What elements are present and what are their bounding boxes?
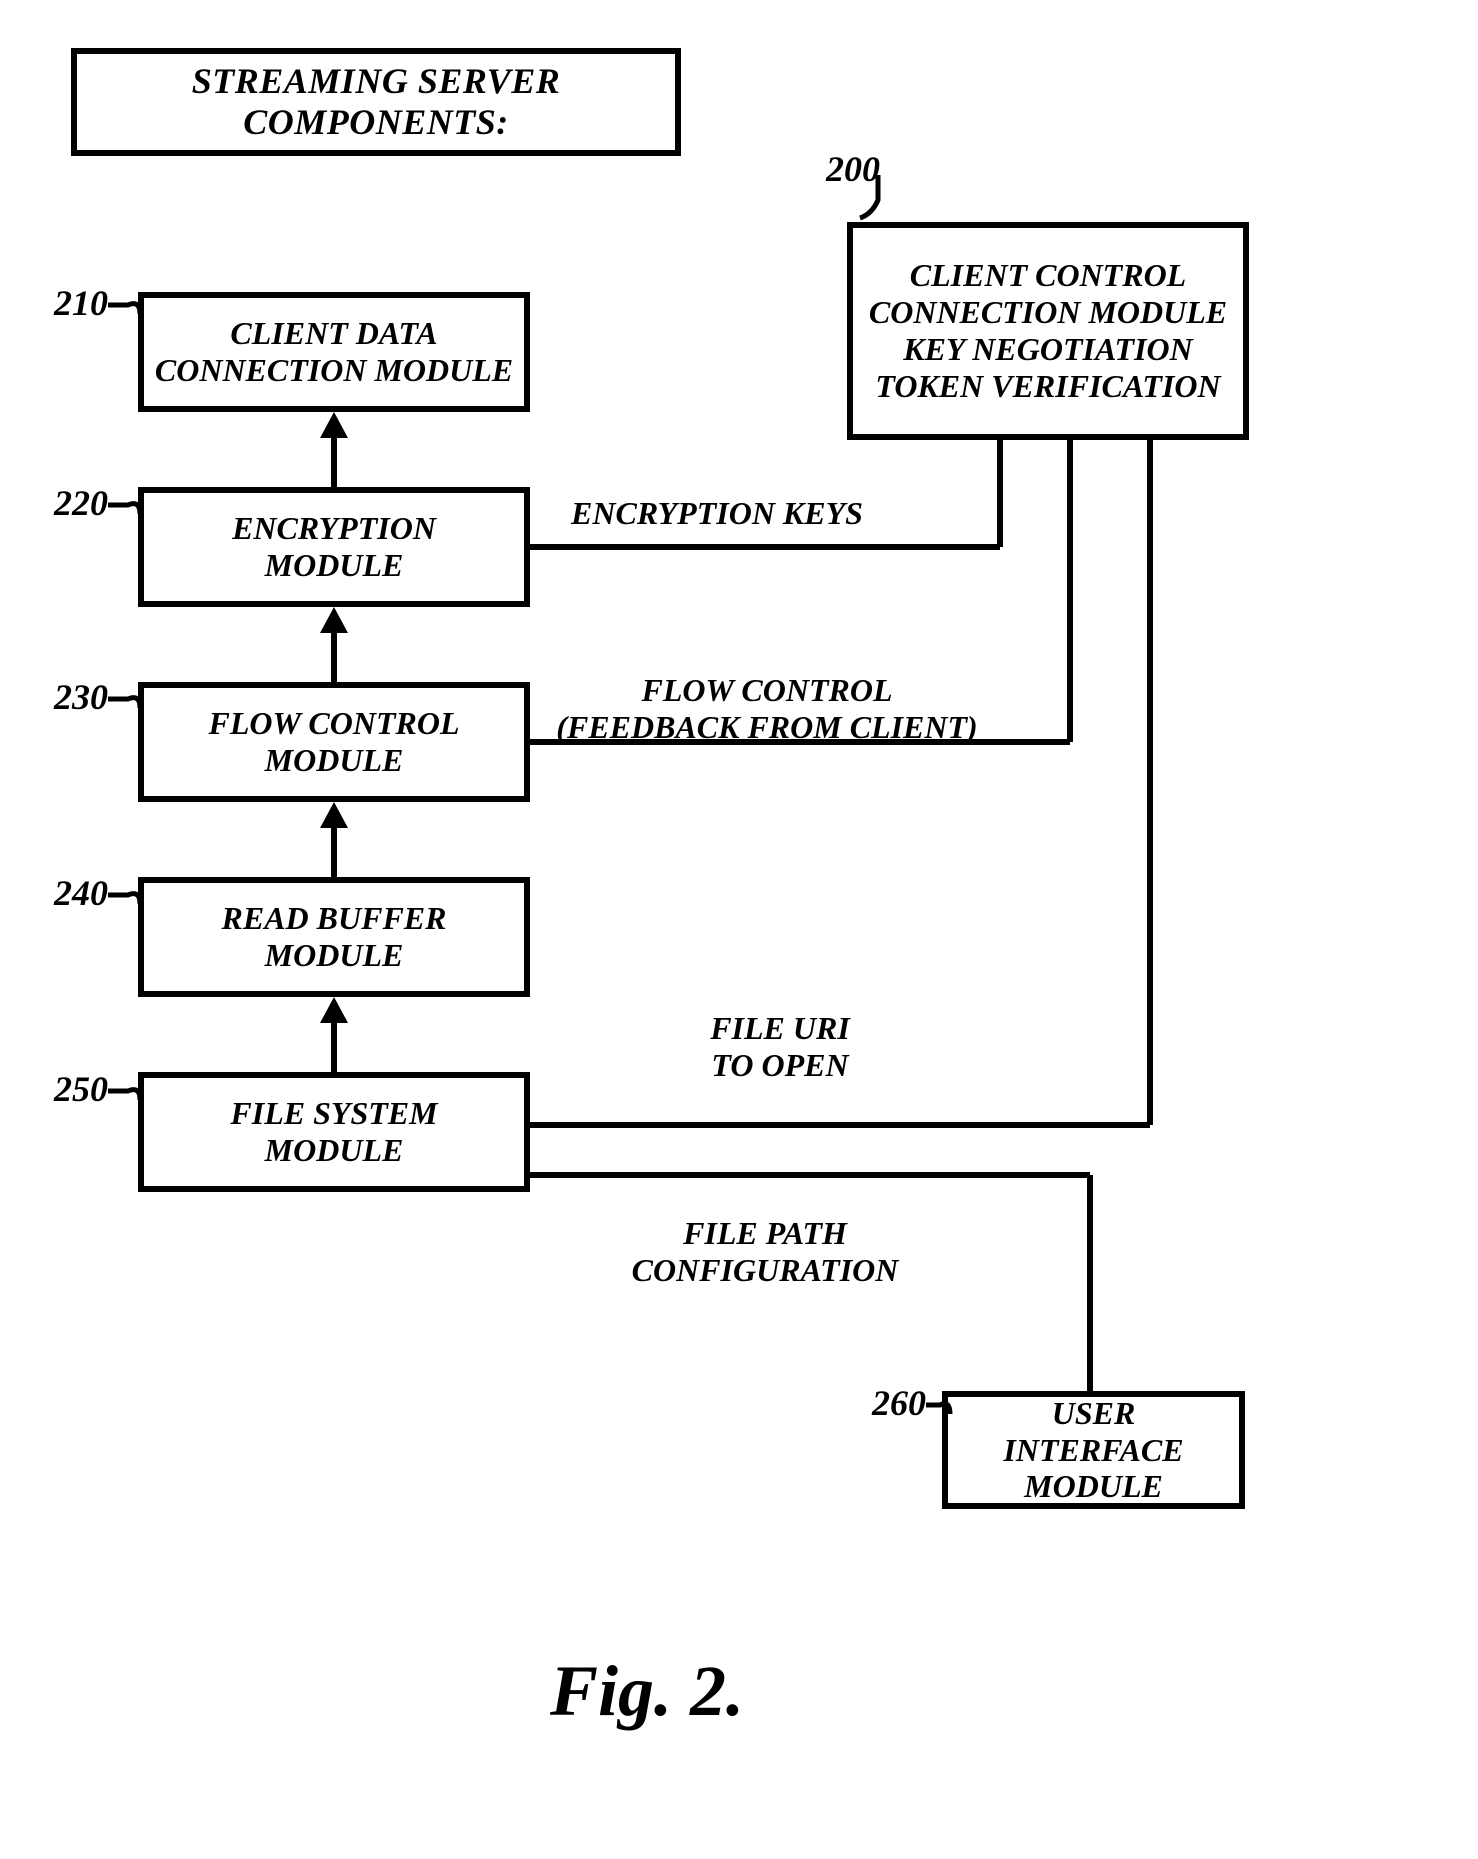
ref-encryption: 220	[28, 482, 108, 524]
ref-read-buffer: 240	[28, 872, 108, 914]
user-interface-label: USER INTERFACEMODULE	[958, 1395, 1229, 1505]
client-control-label: CLIENT CONTROLCONNECTION MODULEKEY NEGOT…	[869, 257, 1227, 404]
diagram-page: STREAMING SERVER COMPONENTS: CLIENT DATA…	[0, 0, 1478, 1859]
encryption-module: ENCRYPTIONMODULE	[138, 487, 530, 607]
flow-control-module: FLOW CONTROLMODULE	[138, 682, 530, 802]
ref-flow-control: 230	[28, 676, 108, 718]
user-interface-module: USER INTERFACEMODULE	[942, 1391, 1245, 1509]
edge-encryption-keys: ENCRYPTION KEYS	[552, 495, 882, 532]
read-buffer-label: READ BUFFERMODULE	[222, 900, 447, 974]
file-system-module: FILE SYSTEMMODULE	[138, 1072, 530, 1192]
title-text: STREAMING SERVER COMPONENTS:	[87, 61, 665, 144]
client-data-label: CLIENT DATACONNECTION MODULE	[155, 315, 513, 389]
client-control-module: CLIENT CONTROLCONNECTION MODULEKEY NEGOT…	[847, 222, 1249, 440]
edge-flow-feedback: FLOW CONTROL(FEEDBACK FROM CLIENT)	[552, 672, 982, 746]
file-system-label: FILE SYSTEMMODULE	[230, 1095, 437, 1169]
edge-file-path: FILE PATHCONFIGURATION	[590, 1215, 940, 1289]
ref-user-interface: 260	[846, 1382, 926, 1424]
flow-control-label: FLOW CONTROLMODULE	[209, 705, 460, 779]
ref-client-data: 210	[28, 282, 108, 324]
figure-caption: Fig. 2.	[550, 1650, 744, 1733]
ref-file-system: 250	[28, 1068, 108, 1110]
ref-client-control: 200	[800, 148, 880, 190]
title-box: STREAMING SERVER COMPONENTS:	[71, 48, 681, 156]
encryption-label: ENCRYPTIONMODULE	[232, 510, 436, 584]
client-data-module: CLIENT DATACONNECTION MODULE	[138, 292, 530, 412]
edge-file-uri: FILE URITO OPEN	[650, 1010, 910, 1084]
read-buffer-module: READ BUFFERMODULE	[138, 877, 530, 997]
